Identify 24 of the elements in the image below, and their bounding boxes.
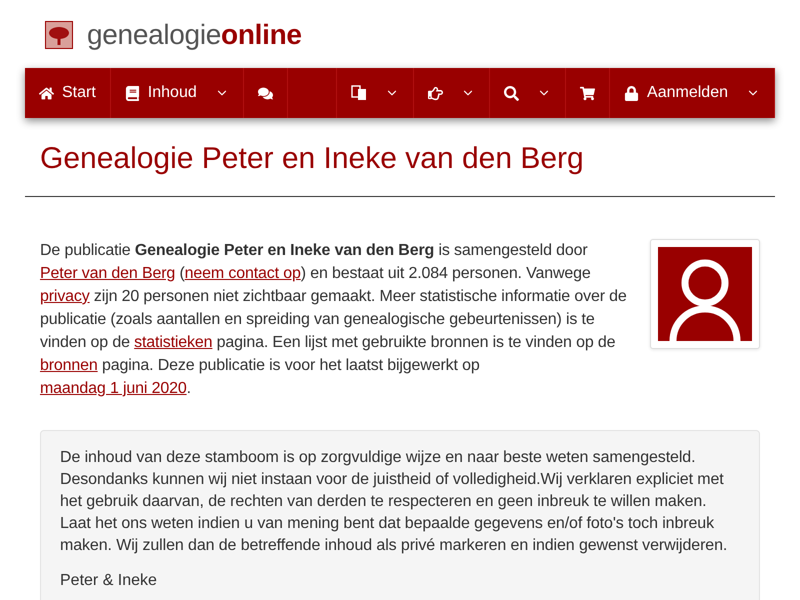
lock-icon — [624, 86, 640, 100]
page-title: Genealogie Peter en Ineke van den Berg — [25, 118, 775, 197]
nav-icon-button[interactable] — [336, 68, 414, 118]
search-icon — [504, 86, 520, 100]
book-icon — [124, 86, 140, 100]
cart-icon — [580, 86, 596, 100]
intro-paragraph: De publicatie Genealogie Peter en Ineke van den Berg is samengesteld door Peter van den Berg (neem contact op) en bestaat uit 2.084 personen. Vanwege privacy zijn 20 personen niet zichtbaar gemaakt. Meer statistische informatie over de publicatie (zoals aantallen en spreiding van genealogische gebeurtenissen) is te vinden op de statistieken pagina. Een lijst met gebruikte bronnen is te vinden op de bronnen pagina. Deze publicatie is voor het laatst bijgewerkt op maandag 1 juni 2020. — [40, 241, 628, 399]
pointing-hand-icon — [428, 86, 444, 100]
chat-icon — [258, 86, 273, 100]
text-link[interactable]: privacy — [40, 288, 90, 305]
person-silhouette-icon — [658, 247, 752, 341]
text-link[interactable]: maandag 1 juni 2020 — [40, 380, 187, 397]
text-link[interactable]: Peter van den Berg — [40, 265, 176, 282]
home-icon — [39, 86, 54, 100]
nav-link[interactable]: Start — [25, 68, 111, 118]
disclaimer-text: De inhoud van deze stamboom is op zorgvuldige wijze en naar beste weten samengesteld. Desondanks kunnen wij niet instaan voor de juistheid of volledigheid.Wij verklaren expliciet met het gebruik daarvan, de rechten van derden te respecteren en geen inbreuk te willen maken. Laat het ons weten indien u van mening bent dat bepaalde gegevens en/of foto's toch inbreuk maken. Wij zullen dan de betreffende inhoud als privé markeren en indien gewenst verwijderen. — [60, 448, 728, 556]
tree-logo-icon — [45, 21, 73, 49]
site-logo-text[interactable]: genealogieonline — [87, 19, 302, 51]
signature-text: Peter & Ineke — [60, 571, 158, 591]
nav-link[interactable]: Inhoud — [110, 68, 244, 118]
text-link[interactable]: bronnen — [40, 357, 98, 374]
text-link[interactable]: statistieken — [134, 334, 212, 351]
nav-link[interactable]: Aanmelden — [610, 68, 775, 118]
text-link[interactable]: neem contact op — [184, 265, 301, 282]
